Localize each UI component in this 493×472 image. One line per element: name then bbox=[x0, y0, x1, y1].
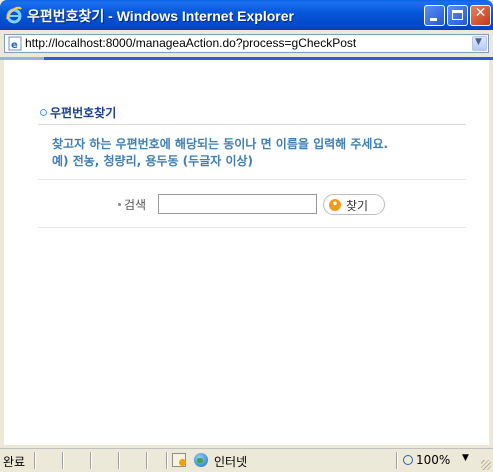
orange-bullet-icon: • bbox=[329, 199, 341, 211]
zone-label: 인터넷 bbox=[214, 455, 248, 469]
maximize-icon bbox=[452, 10, 463, 20]
magnifier-icon bbox=[403, 455, 413, 465]
instruction-line-1: 찾고자 하는 우편번호에 해당되는 동이나 면 이름을 입력해 주세요. bbox=[52, 137, 389, 151]
zoom-dropdown-icon[interactable]: ▼ bbox=[462, 453, 469, 463]
divider bbox=[38, 179, 466, 180]
svg-text:e: e bbox=[11, 40, 18, 51]
search-label: 검색 bbox=[124, 198, 147, 212]
search-input[interactable] bbox=[158, 194, 317, 214]
bullet-dot-icon bbox=[118, 203, 121, 206]
zoom-level: 100% bbox=[416, 453, 451, 467]
section-title: 우편번호찾기 bbox=[40, 104, 116, 121]
minimize-icon bbox=[430, 18, 437, 21]
window-title: 우편번호찾기 - Windows Internet Explorer bbox=[27, 8, 294, 24]
title-underline bbox=[38, 124, 466, 125]
title-bar[interactable]: 우편번호찾기 - Windows Internet Explorer ✕ bbox=[0, 0, 493, 30]
instruction-text: 찾고자 하는 우편번호에 해당되는 동이나 면 이름을 입력해 주세요. 예) … bbox=[52, 136, 388, 170]
resize-grip[interactable] bbox=[481, 460, 491, 470]
status-bar: 완료 인터넷 100% ▼ bbox=[0, 448, 493, 472]
section-title-text: 우편번호찾기 bbox=[50, 106, 117, 120]
address-bar[interactable]: e http://localhost:8000/manageaAction.do… bbox=[4, 34, 489, 53]
chevron-down-icon: ▼ bbox=[475, 37, 482, 47]
ie-page-icon: e bbox=[8, 36, 22, 51]
maximize-button[interactable] bbox=[447, 5, 468, 26]
instruction-line-2: 예) 전농, 청량리, 용두동 (두글자 이상) bbox=[52, 154, 254, 168]
status-text: 완료 bbox=[3, 455, 26, 469]
divider bbox=[38, 227, 466, 228]
browser-window: 우편번호찾기 - Windows Internet Explorer ✕ e h… bbox=[0, 0, 493, 472]
globe-icon bbox=[194, 453, 208, 467]
address-url[interactable]: http://localhost:8000/manageaAction.do?p… bbox=[25, 36, 356, 50]
close-button[interactable]: ✕ bbox=[470, 5, 491, 26]
minimize-button[interactable] bbox=[424, 5, 445, 26]
find-button-label: 찾기 bbox=[346, 199, 369, 213]
page-content: 우편번호찾기 찾고자 하는 우편번호에 해당되는 동이나 면 이름을 입력해 주… bbox=[4, 60, 489, 445]
ring-bullet-icon bbox=[40, 109, 47, 116]
close-icon: ✕ bbox=[474, 5, 487, 21]
find-button[interactable]: • 찾기 bbox=[323, 194, 385, 215]
popup-blocker-icon bbox=[172, 453, 186, 467]
address-dropdown-button[interactable]: ▼ bbox=[472, 36, 487, 51]
ie-logo-icon bbox=[6, 6, 22, 24]
zoom-control[interactable]: 100% bbox=[403, 453, 450, 467]
